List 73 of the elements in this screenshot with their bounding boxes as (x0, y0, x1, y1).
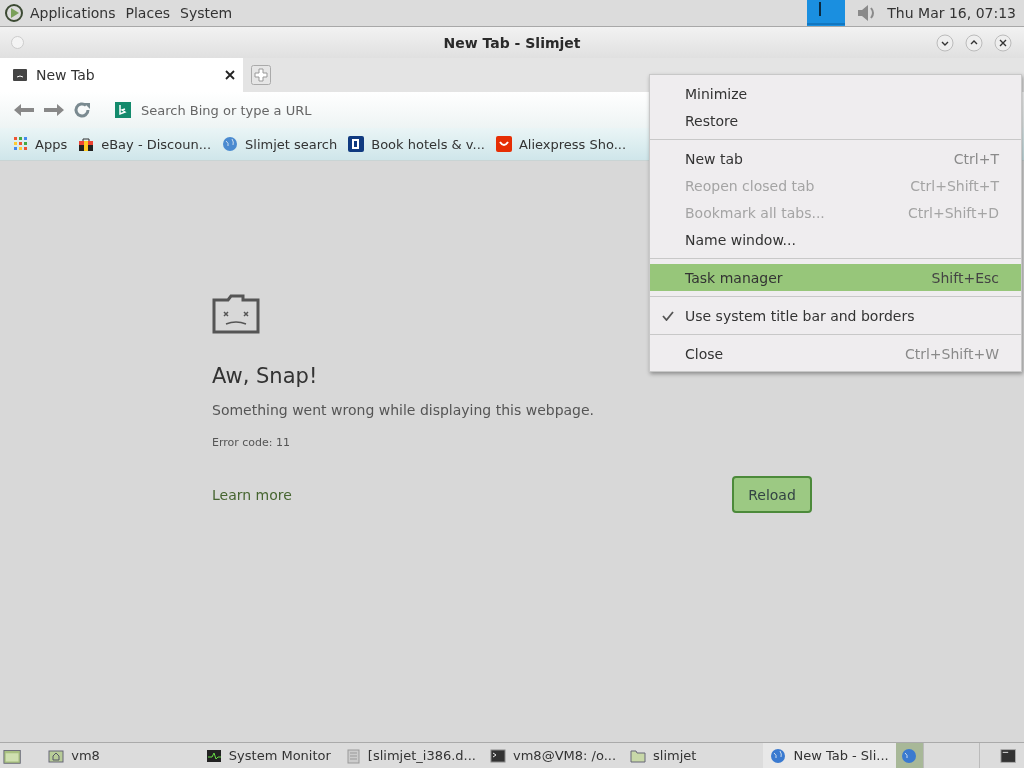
menu-label: New tab (685, 150, 744, 167)
shortcut-text: Ctrl+Shift+D (908, 204, 999, 221)
learn-more-link[interactable]: Learn more (212, 486, 292, 503)
package-icon (344, 747, 361, 764)
sad-page-icon (13, 69, 27, 81)
menu-item[interactable]: Task manager Shift+Esc (650, 264, 1021, 291)
network-monitor-icon[interactable] (807, 0, 846, 26)
shortcut-text: Ctrl+Shift+T (910, 177, 999, 194)
taskbar-button[interactable]: slimjet (623, 743, 704, 768)
workspace-switcher[interactable] (923, 743, 980, 768)
bookmark[interactable]: Slimjet search (222, 136, 338, 152)
taskbar-button[interactable]: vm8@VM8: /o... (483, 743, 624, 768)
maximize-icon[interactable] (965, 33, 983, 52)
taskbar-button[interactable]: System Monitor (198, 743, 338, 768)
menu-item[interactable]: Restore (650, 107, 1021, 134)
home-folder-icon (48, 747, 65, 764)
folder-icon (630, 747, 647, 764)
globe-icon (901, 747, 918, 764)
shortcut-text: Ctrl+T (953, 150, 999, 167)
activity-monitor-icon (205, 747, 222, 764)
menu-label: Task manager (685, 269, 784, 286)
forward-arrow-icon[interactable] (43, 103, 65, 117)
menu-item[interactable]: Use system title bar and borders (650, 302, 1021, 329)
reload-icon[interactable] (73, 101, 91, 119)
close-icon[interactable] (994, 33, 1012, 52)
terminal-icon[interactable] (999, 746, 1016, 765)
reload-button[interactable]: Reload (732, 476, 812, 513)
tab-title: New Tab (36, 67, 96, 83)
window-title: New Tab - Slimjet (443, 34, 581, 51)
menu-label: Bookmark all tabs... (685, 204, 826, 221)
back-arrow-icon[interactable] (13, 103, 35, 117)
bookmark[interactable]: Aliexpress Sho... (495, 136, 627, 152)
menu-label: Restore (685, 112, 740, 129)
close-tab-icon[interactable] (225, 70, 235, 80)
shortcut-text: Ctrl+Shift+W (904, 345, 999, 362)
panel-menu[interactable]: System (180, 5, 233, 21)
taskbar-button[interactable]: vm8 (41, 743, 107, 768)
clock[interactable]: Thu Mar 16, 07:13 (887, 5, 1016, 21)
taskbar-button[interactable]: [slimjet_i386.d... (337, 743, 483, 768)
sad-folder-icon (212, 294, 260, 334)
browser-tab[interactable]: New Tab (0, 58, 243, 92)
minimize-icon[interactable] (936, 33, 954, 52)
bookmark[interactable]: Apps (14, 136, 68, 152)
bookmark[interactable]: eBay - Discoun... (78, 136, 212, 152)
shopping-bag-icon (78, 136, 95, 152)
menu-item[interactable]: Name window... (650, 226, 1021, 253)
terminal-icon (490, 747, 506, 764)
apps-grid-icon (14, 137, 28, 151)
new-tab-icon[interactable] (251, 65, 271, 85)
distro-logo-icon[interactable] (4, 3, 24, 23)
menu-label: Close (685, 345, 725, 362)
shortcut-text: Shift+Esc (931, 269, 999, 286)
hotel-site-icon (348, 136, 365, 152)
menu-item[interactable]: New tab Ctrl+T (650, 145, 1021, 172)
menu-label: Minimize (685, 85, 749, 102)
panel-menu[interactable]: Applications (30, 5, 116, 21)
menu-item[interactable]: Close Ctrl+Shift+W (650, 340, 1021, 367)
error-title: Aw, Snap! (212, 364, 319, 388)
taskbar-button[interactable]: New Tab - Sli... (763, 743, 896, 768)
address-field[interactable]: Search Bing or type a URL (139, 101, 543, 119)
globe-icon (770, 747, 787, 764)
menu-label: Name window... (685, 231, 797, 248)
search-engine-icon (115, 102, 131, 118)
error-code: Error code: 11 (212, 436, 292, 449)
menu-label: Use system title bar and borders (685, 307, 916, 324)
shopping-icon (495, 136, 512, 152)
panel-menu[interactable]: Places (125, 5, 171, 21)
workspace-switcher[interactable] (895, 743, 924, 768)
menu-item[interactable]: Minimize (650, 80, 1021, 107)
bookmark[interactable]: Book hotels & v... (348, 136, 485, 152)
menu-label: Reopen closed tab (685, 177, 816, 194)
globe-icon (222, 136, 239, 152)
error-message: Something went wrong while displaying this webpage. (212, 402, 596, 418)
